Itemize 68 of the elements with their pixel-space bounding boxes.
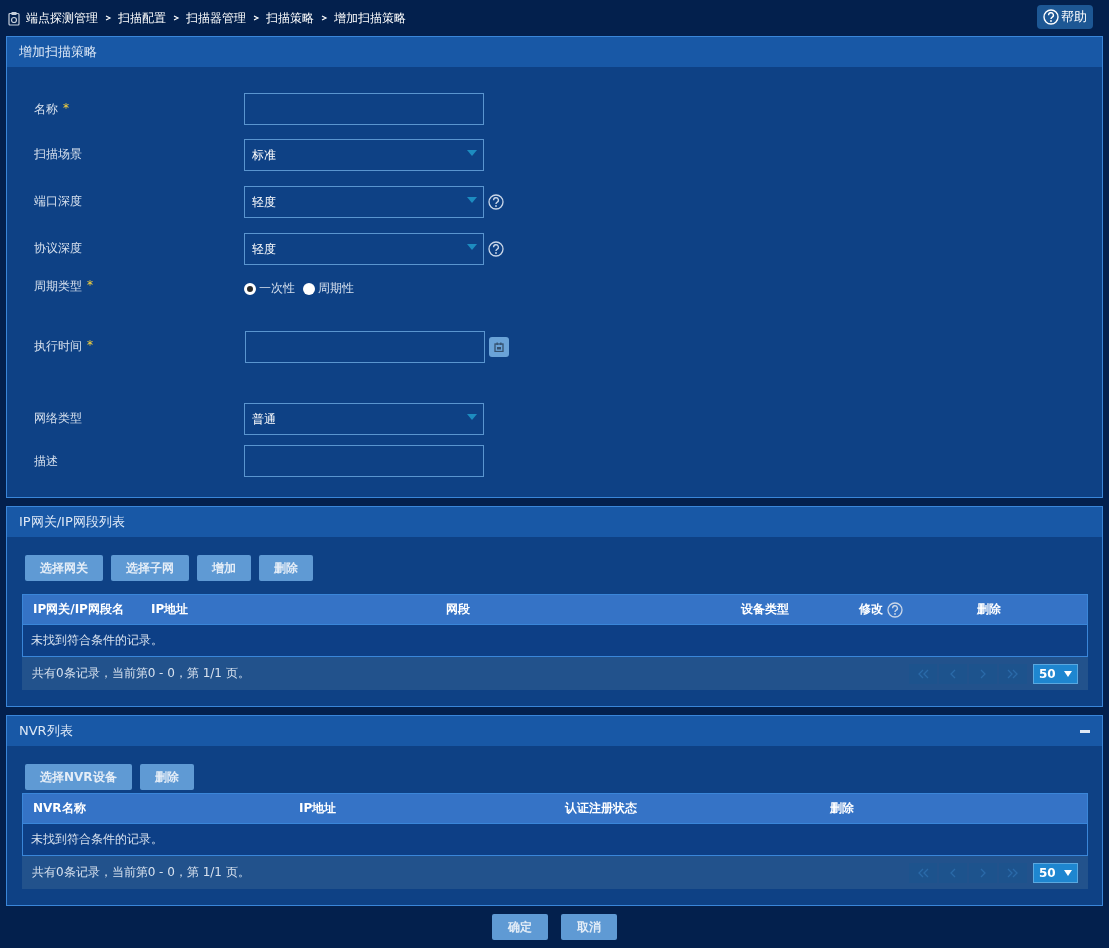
double-chevron-right-icon	[1007, 667, 1019, 680]
first-page-button[interactable]	[909, 663, 937, 684]
double-chevron-left-icon	[917, 866, 929, 879]
previous-page-button[interactable]	[939, 862, 967, 883]
column-header: 认证注册状态	[565, 800, 637, 817]
column-header: 删除	[830, 800, 854, 817]
help-icon	[1043, 9, 1059, 25]
column-header: 设备类型	[741, 601, 789, 618]
page-size-select[interactable]: 50	[1033, 862, 1078, 883]
field-label: 网络类型	[34, 410, 82, 427]
chevron-icon	[320, 14, 328, 22]
panel-title: NVR列表	[19, 722, 73, 740]
next-page-button[interactable]	[969, 663, 997, 684]
required-mark: *	[63, 100, 69, 117]
calendar-button[interactable]	[489, 336, 509, 357]
field-label: 周期类型	[34, 278, 82, 295]
required-mark: *	[87, 278, 93, 294]
column-header: NVR名称	[33, 800, 86, 817]
input-field[interactable]	[244, 93, 484, 125]
first-page-button[interactable]	[909, 862, 937, 883]
field-label: 执行时间	[34, 338, 82, 355]
select-field[interactable]: 轻度	[244, 232, 484, 265]
required-mark: *	[87, 338, 93, 354]
page-size-select[interactable]: 50	[1033, 663, 1078, 684]
breadcrumb-item: 增加扫描策略	[334, 9, 406, 27]
field-label: 端口深度	[34, 193, 82, 210]
column-header: 修改	[859, 601, 883, 618]
breadcrumb-item[interactable]: 扫描器管理	[186, 9, 246, 27]
field-label: 描述	[34, 452, 58, 470]
column-header: IP地址	[151, 601, 189, 618]
chevron-icon	[172, 14, 180, 22]
field-label: 名称	[34, 100, 58, 118]
pagination-info: 共有0条记录，当前第0 - 0，第 1/1 页。	[32, 665, 250, 682]
select-field[interactable]: 轻度	[244, 185, 484, 218]
last-page-button[interactable]	[999, 663, 1027, 684]
previous-page-button[interactable]	[939, 663, 967, 684]
select-field[interactable]: 普通	[244, 402, 484, 435]
clipboard-icon	[8, 10, 20, 26]
panel-title: IP网关/IP网段列表	[19, 513, 125, 531]
field-label: 协议深度	[34, 240, 82, 257]
dropdown-arrow-icon	[1064, 670, 1072, 677]
column-header: 删除	[977, 601, 1001, 618]
radio-label[interactable]: 周期性	[318, 280, 354, 297]
date-field[interactable]	[245, 330, 485, 363]
calendar-icon	[494, 341, 504, 352]
panel-title: 增加扫描策略	[19, 43, 97, 61]
field-label: 扫描场景	[34, 146, 82, 163]
last-page-button[interactable]	[999, 862, 1027, 883]
column-header: IP网关/IP网段名	[33, 601, 124, 618]
select-field[interactable]: 标准	[244, 138, 484, 171]
double-chevron-left-icon	[917, 667, 929, 680]
input-field[interactable]	[244, 445, 484, 477]
radio-button[interactable]	[303, 282, 315, 295]
radio-label[interactable]: 一次性	[259, 280, 295, 297]
help-button[interactable]: 帮助	[1037, 5, 1093, 29]
breadcrumb-item[interactable]: 端点探测管理	[26, 9, 98, 27]
double-chevron-right-icon	[1007, 866, 1019, 879]
breadcrumb-item[interactable]: 扫描策略	[266, 9, 314, 27]
next-page-button[interactable]	[969, 862, 997, 883]
radio-button[interactable]	[244, 282, 256, 295]
collapse-icon[interactable]	[1080, 729, 1090, 733]
pagination-info: 共有0条记录，当前第0 - 0，第 1/1 页。	[32, 864, 250, 881]
chevron-icon	[104, 14, 112, 22]
column-header: IP地址	[299, 800, 337, 817]
chevron-icon	[252, 14, 260, 22]
dropdown-arrow-icon	[1064, 869, 1072, 876]
breadcrumb-item[interactable]: 扫描配置	[118, 9, 166, 27]
column-header: 网段	[446, 601, 470, 618]
